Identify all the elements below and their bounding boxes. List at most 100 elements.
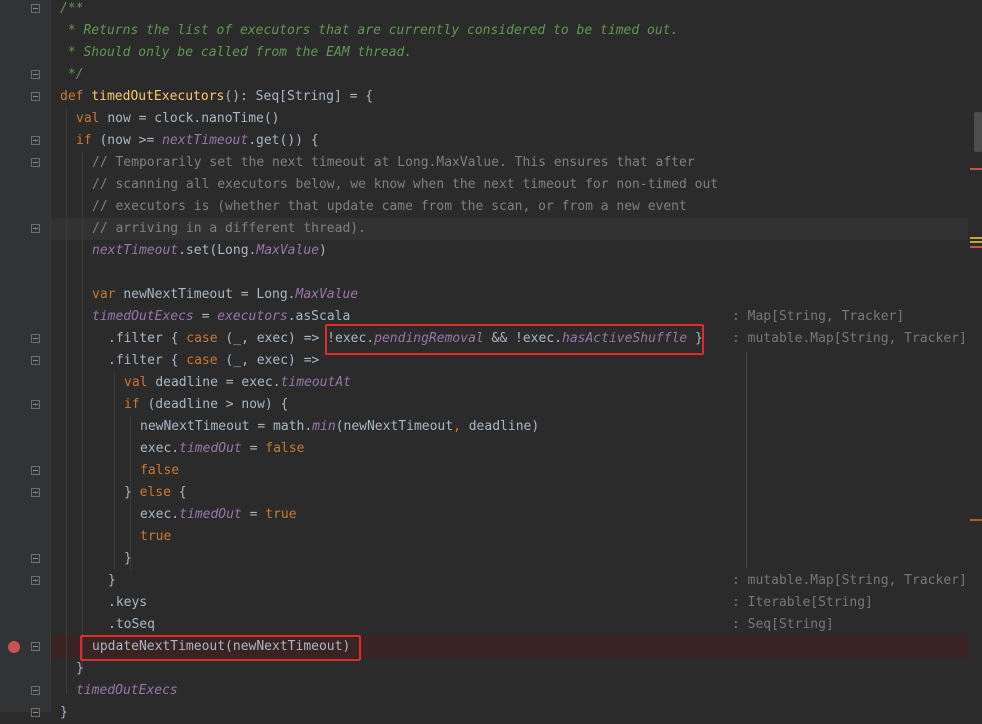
fold-marker-icon[interactable] [31,356,40,365]
code-line[interactable]: newNextTimeout = math.min(newNextTimeout… [140,416,539,438]
scroll-marker[interactable] [970,519,982,521]
fold-marker-icon[interactable] [31,554,40,563]
code-token: val [124,375,156,390]
code-line[interactable]: nextTimeout.set(Long.MaxValue) [92,240,327,262]
vertical-scrollbar[interactable] [968,0,982,712]
type-hint-bracket [746,352,747,568]
code-token: (_, exec) => [225,331,328,346]
scroll-warning-marker[interactable] [970,241,982,243]
code-token: = [193,309,218,324]
code-token: val [76,111,108,126]
code-line[interactable]: // Temporarily set the next timeout at L… [92,152,695,174]
code-line[interactable]: val now = clock.nanoTime() [76,108,280,130]
fold-marker-icon[interactable] [31,158,40,167]
code-token: { [178,485,187,500]
code-line[interactable]: .keys [108,592,147,614]
type-hint: : Seq[String] [732,617,834,632]
code-token: (deadline > now) { [147,397,289,412]
fold-marker-icon[interactable] [31,466,40,475]
code-token: .toSeq [108,617,155,632]
highlight-box-update-call [80,635,361,661]
code-token: now = clock.nanoTime() [107,111,280,126]
code-line[interactable]: val deadline = exec.timeoutAt [124,372,351,394]
code-token: , [453,419,469,434]
code-line[interactable]: var newNextTimeout = Long.MaxValue [92,284,358,306]
code-token: deadline) [468,419,540,434]
fold-marker-icon[interactable] [31,686,40,695]
fold-marker-icon[interactable] [31,4,40,13]
scroll-warning-marker[interactable] [970,237,982,239]
code-line[interactable]: true [140,526,171,548]
code-token: if [76,133,100,148]
fold-marker-icon[interactable] [31,708,40,717]
code-line[interactable]: // scanning all executors below, we know… [92,174,718,196]
code-token: } [60,705,68,720]
fold-marker-icon[interactable] [31,92,40,101]
code-token: nextTimeout [162,133,249,148]
code-line[interactable]: // executors is (whether that update cam… [92,196,687,218]
code-token: MaxValue [256,243,319,258]
fold-marker-icon[interactable] [31,334,40,343]
code-token: def [60,89,92,104]
code-token: deadline = exec. [155,375,281,390]
code-token: // scanning all executors below, we know… [92,177,719,192]
code-token: } [76,661,84,676]
code-token: executors [217,309,288,324]
code-line[interactable]: } [76,658,84,680]
code-token: .filter { [108,353,187,368]
code-token: timedOut [179,507,242,522]
code-line[interactable]: } [124,548,132,570]
code-token: (newNextTimeout [335,419,454,434]
code-line[interactable]: */ [60,64,84,86]
code-line[interactable]: exec.timedOut = true [140,504,297,526]
code-token: .asScala [287,309,351,324]
scroll-error-marker[interactable] [970,168,982,170]
code-token: else [139,485,179,500]
code-token: nextTimeout [92,243,179,258]
code-line[interactable]: timedOutExecs = executors.asScala [92,306,350,328]
code-line[interactable]: * Should only be called from the EAM thr… [60,42,412,64]
breakpoint-icon[interactable] [8,641,20,653]
code-token: * Should only be called from the EAM thr… [60,45,413,60]
code-token: case [186,353,226,368]
code-line[interactable]: /** [60,0,83,20]
code-line[interactable]: // arriving in a different thread). [92,218,366,240]
highlight-box-filter-condition [325,324,704,355]
scrollbar-thumb[interactable] [974,112,982,152]
code-token: // Temporarily set the next timeout at L… [92,155,695,170]
code-token: * Returns the list of executors that are… [60,23,679,38]
code-token: (_, exec) => [225,353,320,368]
code-line[interactable]: } else { [124,482,187,504]
code-token: exec. [140,441,180,456]
fold-marker-icon[interactable] [31,642,40,651]
scroll-error-marker[interactable] [970,246,982,248]
fold-marker-icon[interactable] [31,400,40,409]
code-line[interactable]: exec.timedOut = false [140,438,304,460]
code-line[interactable]: } [108,570,116,592]
code-line[interactable]: .filter { case (_, exec) => [108,350,319,372]
code-token: MaxValue [295,287,359,302]
fold-marker-icon[interactable] [31,576,40,585]
fold-marker-icon[interactable] [31,488,40,497]
code-token: = [241,441,266,456]
type-hint: : mutable.Map[String, Tracker] [732,331,967,346]
code-line[interactable]: .toSeq [108,614,155,636]
code-line[interactable]: timedOutExecs [76,680,178,702]
code-line[interactable]: } [60,702,68,724]
code-token: /** [60,1,84,16]
code-token: true [265,507,297,522]
code-line[interactable]: if (now >= nextTimeout.get()) { [76,130,319,152]
code-line[interactable]: if (deadline > now) { [124,394,288,416]
fold-marker-icon[interactable] [31,136,40,145]
fold-marker-icon[interactable] [31,70,40,79]
code-line[interactable]: false [140,460,179,482]
code-token: if [124,397,148,412]
code-token: // arriving in a different thread). [92,221,366,236]
code-token: timedOutExecs [76,683,178,698]
code-token: = [241,507,266,522]
fold-marker-icon[interactable] [31,224,40,233]
code-line[interactable]: def timedOutExecutors(): Seq[String] = { [60,86,373,108]
code-token: var [92,287,124,302]
code-line[interactable]: * Returns the list of executors that are… [60,20,679,42]
code-token: } [108,573,116,588]
